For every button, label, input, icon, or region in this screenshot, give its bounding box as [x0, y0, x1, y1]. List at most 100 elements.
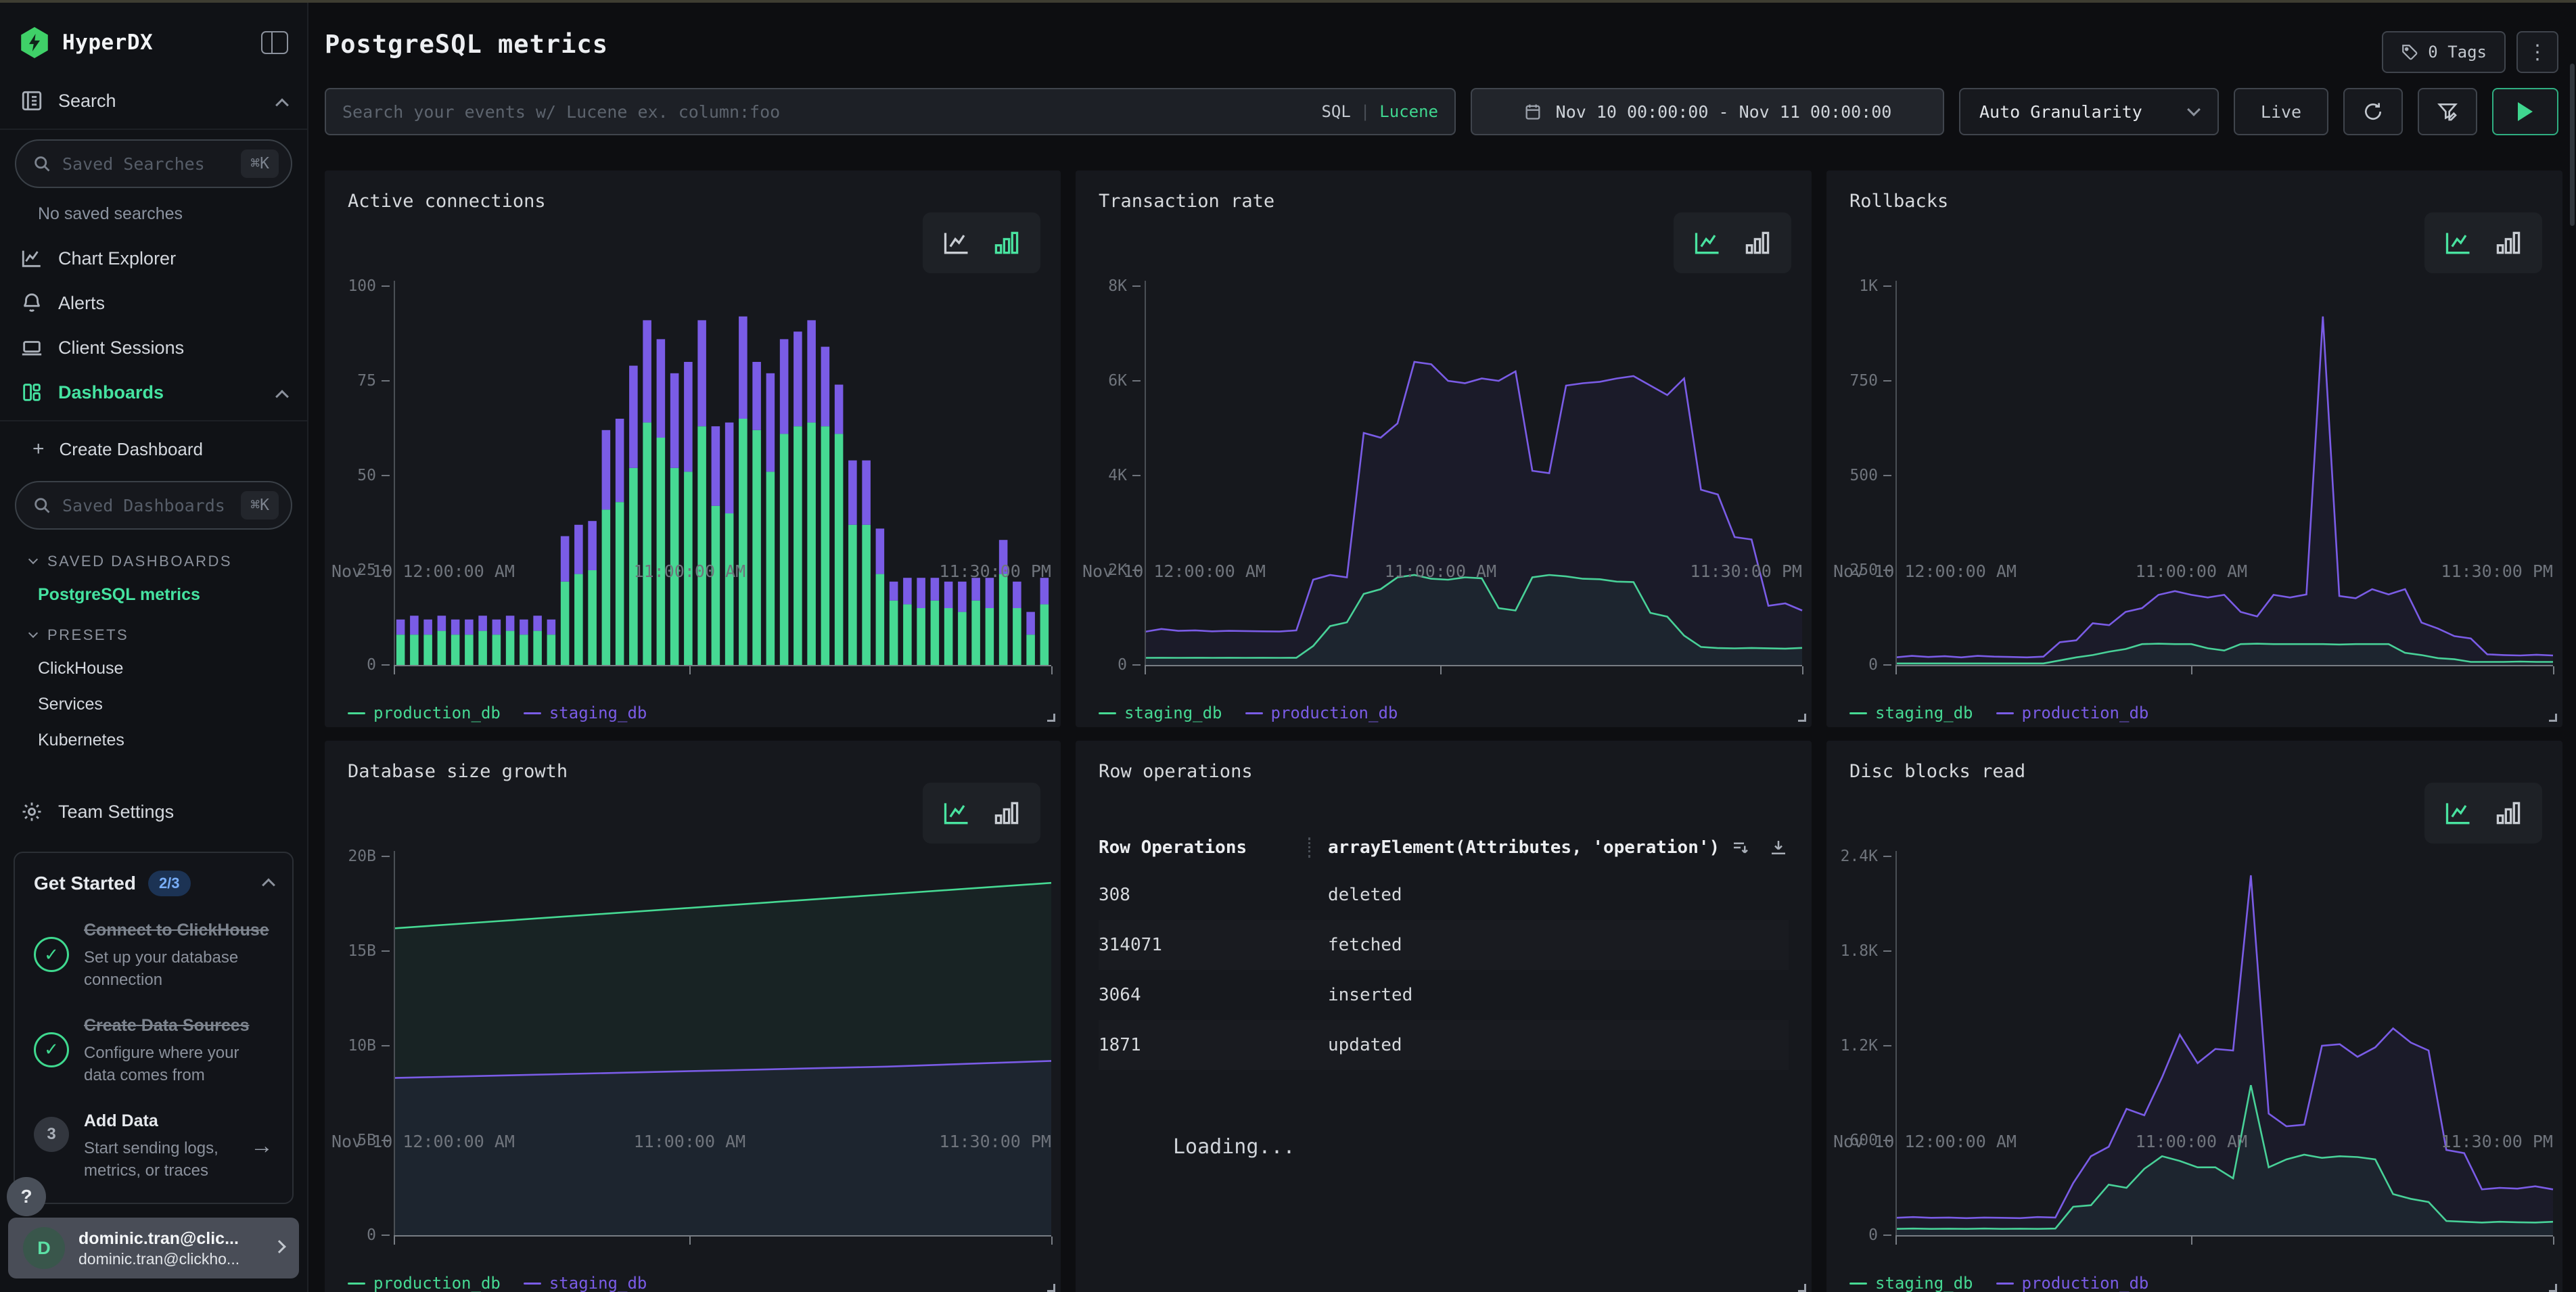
- bar-chart-icon[interactable]: [1743, 228, 1772, 258]
- sidebar-item-alerts[interactable]: Alerts: [0, 281, 307, 325]
- x-axis-tick: [2191, 666, 2192, 674]
- get-started-step-2[interactable]: ✓ Create Data Sources Configure where yo…: [34, 1015, 273, 1087]
- panel-disc-blocks-read: Disc blocks read 06001.2K1.8K2.4K Nov 10…: [1826, 741, 2562, 1292]
- y-axis: 02505007501K: [1826, 286, 1891, 665]
- dashboard-grid: Active connections 0255075100 Nov 10 12:…: [325, 170, 2562, 1292]
- sidebar-collapse-icon[interactable]: [261, 31, 288, 54]
- legend-item[interactable]: production_db: [1996, 1274, 2149, 1292]
- divider: [0, 420, 307, 421]
- scrollbar-thumb[interactable]: [2570, 64, 2575, 226]
- panel-resize-handle[interactable]: [2549, 1284, 2557, 1292]
- table-row[interactable]: 1871 updated: [1099, 1020, 1789, 1070]
- bar-chart-icon[interactable]: [2493, 798, 2523, 828]
- hyperdx-logo-icon: [19, 27, 50, 58]
- chart-plot[interactable]: 05B10B15B20B: [325, 856, 1061, 1235]
- sidebar-item-chart-explorer[interactable]: Chart Explorer: [0, 236, 307, 281]
- chevron-up-icon[interactable]: [277, 382, 287, 403]
- table-row[interactable]: 3064 inserted: [1099, 970, 1789, 1020]
- x-axis-tick: [689, 1237, 691, 1245]
- help-button[interactable]: ?: [7, 1177, 46, 1216]
- refresh-button[interactable]: [2343, 88, 2403, 135]
- bar-chart-icon[interactable]: [2493, 228, 2523, 258]
- y-axis-line: [1895, 851, 1897, 1235]
- chevron-up-icon[interactable]: [277, 91, 287, 112]
- date-range-picker[interactable]: Nov 10 00:00:00 - Nov 11 00:00:00: [1471, 88, 1944, 135]
- granularity-select[interactable]: Auto Granularity: [1959, 88, 2219, 135]
- chart-legend: staging_db production_db: [1849, 1274, 2148, 1292]
- line-chart-icon[interactable]: [942, 228, 971, 258]
- panel-resize-handle[interactable]: [1798, 714, 1806, 722]
- line-chart-icon[interactable]: [1693, 228, 1722, 258]
- bar-chart-icon[interactable]: [992, 228, 1021, 258]
- chart-plot[interactable]: 02K4K6K8K: [1076, 286, 1812, 665]
- panel-resize-handle[interactable]: [1047, 1284, 1055, 1292]
- saved-dashboards-section-header[interactable]: SAVED DASHBOARDS: [0, 539, 307, 577]
- download-icon[interactable]: [1768, 837, 1789, 858]
- y-axis-line: [1145, 281, 1146, 665]
- x-axis-line: [1895, 665, 2553, 666]
- legend-item[interactable]: production_db: [1996, 703, 2149, 722]
- get-started-step-3[interactable]: 3 Add Data Start sending logs, metrics, …: [34, 1110, 273, 1182]
- bar-chart-icon[interactable]: [992, 798, 1021, 828]
- sidebar-item-postgresql-metrics[interactable]: PostgreSQL metrics: [0, 577, 307, 613]
- chart-plot[interactable]: 0255075100: [325, 286, 1061, 665]
- chart-mode-toolbar: [1674, 212, 1791, 273]
- column-header[interactable]: Row Operations: [1099, 837, 1308, 858]
- legend-item[interactable]: production_db: [348, 703, 501, 722]
- sidebar-item-search[interactable]: Search: [0, 78, 307, 123]
- table-row[interactable]: 308 deleted: [1099, 870, 1789, 920]
- x-axis-labels: Nov 10 12:00:00 AM11:00:00 AM11:30:00 PM: [1895, 561, 2553, 584]
- table-row[interactable]: 314071 fetched: [1099, 920, 1789, 970]
- panel-resize-handle[interactable]: [1047, 714, 1055, 722]
- search-icon: [32, 154, 51, 173]
- line-chart-icon[interactable]: [2443, 798, 2473, 828]
- chart-plot[interactable]: 02505007501K: [1826, 286, 2562, 665]
- y-axis-tick: 50: [357, 467, 390, 484]
- legend-item[interactable]: staging_db: [1849, 1274, 1973, 1292]
- legend-item[interactable]: production_db: [348, 1274, 501, 1292]
- line-chart-icon[interactable]: [942, 798, 971, 828]
- line-chart-icon[interactable]: [2443, 228, 2473, 258]
- column-resize-handle[interactable]: [1308, 837, 1310, 858]
- x-axis-label: 11:30:00 PM: [1690, 561, 1802, 581]
- kebab-menu-button[interactable]: ⋮: [2516, 31, 2558, 73]
- x-axis-label: Nov 10 12:00:00 AM: [331, 561, 515, 581]
- query-language-toggle[interactable]: SQL | Lucene: [1321, 102, 1438, 121]
- sidebar-item-services[interactable]: Services: [0, 687, 307, 722]
- panel-resize-handle[interactable]: [2549, 714, 2557, 722]
- legend-item[interactable]: staging_db: [1099, 703, 1222, 722]
- tags-button[interactable]: 0 Tags: [2382, 31, 2506, 73]
- live-button[interactable]: Live: [2234, 88, 2328, 135]
- user-menu[interactable]: D dominic.tran@clic... dominic.tran@clic…: [8, 1218, 299, 1278]
- event-search-input[interactable]: Search your events w/ Lucene ex. column:…: [325, 88, 1456, 135]
- presets-section-header[interactable]: PRESETS: [0, 613, 307, 651]
- sidebar-item-clickhouse[interactable]: ClickHouse: [0, 651, 307, 687]
- create-dashboard-button[interactable]: + Create Dashboard: [0, 427, 307, 471]
- legend-item[interactable]: staging_db: [1849, 703, 1973, 722]
- sort-options-icon[interactable]: [1730, 837, 1751, 858]
- column-header[interactable]: arrayElement(Attributes, 'operation'): [1328, 837, 1720, 858]
- sidebar-item-team-settings[interactable]: Team Settings: [0, 789, 307, 834]
- chart-plot[interactable]: 06001.2K1.8K2.4K: [1826, 856, 2562, 1235]
- chart-legend: production_db staging_db: [348, 703, 647, 722]
- legend-item[interactable]: staging_db: [524, 1274, 647, 1292]
- panel-title: Row operations: [1076, 741, 1812, 782]
- saved-searches-input[interactable]: Saved Searches ⌘K: [15, 139, 292, 188]
- x-axis-label: 11:30:00 PM: [2441, 1132, 2553, 1151]
- chevron-up-icon[interactable]: [264, 877, 273, 890]
- sidebar-item-kubernetes[interactable]: Kubernetes: [0, 722, 307, 758]
- panel-resize-handle[interactable]: [1798, 1284, 1806, 1292]
- run-query-button[interactable]: [2492, 88, 2558, 135]
- x-axis-tick: [394, 1237, 395, 1245]
- x-axis-label: Nov 10 12:00:00 AM: [1833, 561, 2017, 581]
- filter-button[interactable]: [2418, 88, 2477, 135]
- table-header: Row Operations arrayElement(Attributes, …: [1099, 825, 1789, 870]
- get-started-step-1[interactable]: ✓ Connect to ClickHouse Set up your data…: [34, 919, 273, 992]
- sidebar-item-client-sessions[interactable]: Client Sessions: [0, 325, 307, 370]
- legend-item[interactable]: production_db: [1245, 703, 1398, 722]
- sidebar-item-dashboards[interactable]: Dashboards: [0, 370, 307, 415]
- sql-toggle[interactable]: SQL: [1321, 102, 1350, 121]
- saved-dashboards-input[interactable]: Saved Dashboards ⌘K: [15, 481, 292, 530]
- lucene-toggle[interactable]: Lucene: [1379, 102, 1438, 121]
- legend-item[interactable]: staging_db: [524, 703, 647, 722]
